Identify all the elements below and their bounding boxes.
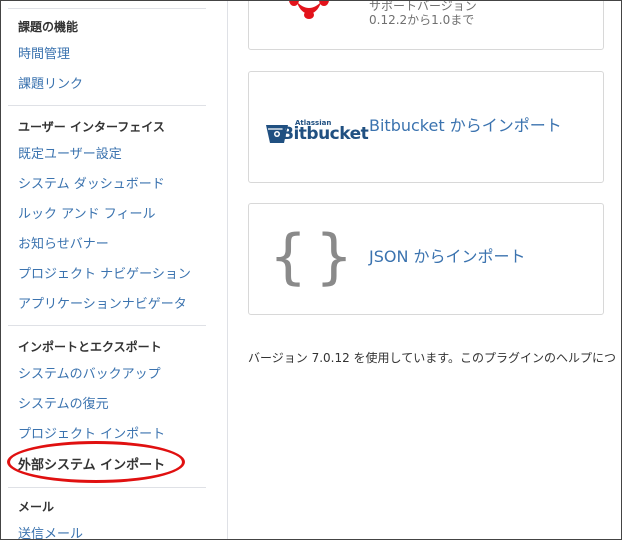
sidebar-item-default-user-preferences[interactable]: 既定ユーザー設定 xyxy=(18,147,122,163)
sidebar-divider xyxy=(8,8,206,9)
sidebar-divider xyxy=(8,487,206,488)
brace-close-glyph: } xyxy=(315,222,354,292)
admin-sidebar: 課題の機能 時間管理 課題リンク ユーザー インターフェイス 既定ユーザー設定 … xyxy=(1,1,228,539)
brace-open-glyph: { xyxy=(269,222,308,292)
sidebar-item-outgoing-mail[interactable]: 送信メール xyxy=(18,527,83,539)
window-frame: 課題の機能 時間管理 課題リンク ユーザー インターフェイス 既定ユーザー設定 … xyxy=(0,0,622,540)
json-import-title[interactable]: JSON からインポート xyxy=(369,247,526,267)
sidebar-item-backup-system[interactable]: システムのバックアップ xyxy=(18,367,161,383)
sidebar-item-project-import[interactable]: プロジェクト インポート xyxy=(18,427,165,443)
sidebar-heading-issue-features: 課題の機能 xyxy=(18,20,79,34)
sidebar-item-project-navigation[interactable]: プロジェクト ナビゲーション xyxy=(18,267,191,283)
version-info-text: バージョン 7.0.12 を使用しています。このプラグインのヘルプにつ xyxy=(248,351,616,365)
sidebar-divider xyxy=(8,105,206,106)
sidebar-item-restore-system[interactable]: システムの復元 xyxy=(18,397,109,413)
bitbucket-logo: Atlassian Bitbucket xyxy=(265,112,369,144)
sidebar-heading-user-interface: ユーザー インターフェイス xyxy=(18,120,165,134)
bitbucket-brand-name: Bitbucket xyxy=(281,124,369,144)
sidebar-item-time-tracking[interactable]: 時間管理 xyxy=(18,47,70,63)
sidebar-item-external-system-import[interactable]: 外部システム インポート xyxy=(18,458,165,474)
importer-partial-subtitle-2: 0.12.2から1.0まで xyxy=(369,13,475,27)
paw-icon xyxy=(289,1,329,19)
importer-card-bitbucket[interactable]: Atlassian Bitbucket Bitbucket からインポート xyxy=(248,71,604,183)
importer-partial-subtitle-1: サポートバージョン xyxy=(369,0,477,13)
importer-card-partial[interactable]: サポートバージョン 0.12.2から1.0まで xyxy=(248,0,604,50)
sidebar-divider xyxy=(8,325,206,326)
bitbucket-import-title[interactable]: Bitbucket からインポート xyxy=(369,116,562,136)
sidebar-item-look-and-feel[interactable]: ルック アンド フィール xyxy=(18,207,156,223)
sidebar-item-issue-linking[interactable]: 課題リンク xyxy=(18,77,83,93)
curly-braces-icon: { } xyxy=(269,216,354,298)
sidebar-heading-import-export: インポートとエクスポート xyxy=(18,340,162,354)
sidebar-item-announcement-banner[interactable]: お知らせバナー xyxy=(18,237,109,253)
sidebar-item-system-dashboard[interactable]: システム ダッシュボード xyxy=(18,177,165,193)
sidebar-item-application-navigator[interactable]: アプリケーションナビゲータ xyxy=(18,297,187,313)
importer-card-json[interactable]: { } JSON からインポート xyxy=(248,203,604,315)
sidebar-heading-mail: メール xyxy=(18,500,55,514)
